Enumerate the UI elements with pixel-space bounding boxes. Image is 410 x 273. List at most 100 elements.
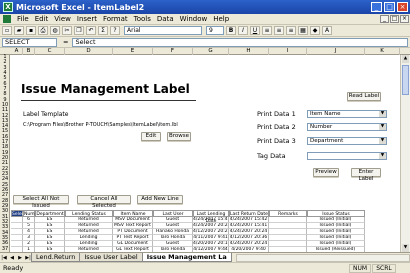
sheet-tab-bar: |◀ ◀ ▶ ▶| Lend.Return Issue User Label I… [0,252,410,262]
sheet-tab-lend-return[interactable]: Lend.Return [31,253,81,262]
column-headers: A B C D E F G H I J K [0,48,410,55]
column-header[interactable]: J [307,48,365,55]
name-box[interactable]: SELECT [2,37,57,47]
align-center-icon[interactable]: ≡ [274,26,284,35]
add-new-line-button[interactable]: Add New Line [137,195,183,204]
close-button[interactable]: × [397,2,408,12]
undo-icon[interactable]: ↶ [86,26,96,35]
align-left-icon[interactable]: ≡ [262,26,272,35]
worksheet[interactable]: Issue Management Label Label Template C:… [11,55,400,252]
menu-window[interactable]: Window [177,15,211,23]
print-icon[interactable]: ⎙ [38,26,48,35]
copy-icon[interactable]: ❐ [74,26,84,35]
menu-file[interactable]: File [14,15,32,23]
borders-icon[interactable]: ▦ [298,26,308,35]
bold-button[interactable]: B [226,26,236,35]
preview-button[interactable]: Preview [313,168,339,177]
tag-data-label: Tag Data [257,152,286,160]
read-label-button[interactable]: Read Label [347,92,381,101]
menu-insert[interactable]: Insert [74,15,100,23]
menu-bar: File Edit View Insert Format Tools Data … [0,14,410,25]
first-sheet-icon[interactable]: |◀ [0,254,8,262]
title-bar: X Microsoft Excel - ItemLabel2 _ □ × [0,0,410,14]
maximize-button[interactable]: □ [384,2,395,12]
italic-button[interactable]: I [238,26,248,35]
scroll-lock-indicator: SCRL [372,264,396,273]
open-icon[interactable]: ▰ [14,26,24,35]
font-name-select[interactable]: Arial [124,26,202,35]
print-data-2-label: Print Data 2 [257,123,296,131]
template-path: C:\Program Files\Brother P-TOUCH\Samples… [23,122,178,128]
menu-format[interactable]: Format [100,15,131,23]
print-data-1-value: Item Name [310,111,341,117]
next-sheet-icon[interactable]: ▶ [16,254,24,262]
column-header[interactable]: H [229,48,269,55]
doc-restore-button[interactable]: □ [390,15,399,23]
chevron-down-icon[interactable]: ▼ [379,153,386,159]
window-title: Microsoft Excel - ItemLabel2 [16,2,145,12]
font-color-icon[interactable]: A [322,26,332,35]
formula-input[interactable]: Select [72,37,408,47]
horizontal-scrollbar[interactable] [235,253,410,262]
sheet-tab-issue-management-label[interactable]: Issue Management La [141,253,232,262]
table-header-last-return-date: Last Return Date [229,210,269,217]
column-header[interactable]: B [23,48,35,55]
select-all-not-issued-button[interactable]: Select All Not Issued [13,195,69,209]
status-ready: Ready [3,264,24,272]
excel-icon: X [3,2,13,12]
menu-tools[interactable]: Tools [131,15,154,23]
new-icon[interactable]: ▫ [2,26,12,35]
sum-icon[interactable]: Σ [98,26,108,35]
preview-icon[interactable]: ◍ [50,26,60,35]
scroll-thumb[interactable] [402,65,409,95]
table-header-item-name: Item Name [113,210,153,217]
table-header-issue-status: Issue Status [307,210,365,217]
save-icon[interactable]: ▪ [26,26,36,35]
help-icon[interactable]: ? [110,26,120,35]
menu-help[interactable]: Help [210,15,232,23]
chevron-down-icon[interactable]: ▼ [379,124,386,130]
print-data-2-select[interactable]: Number ▼ [307,123,387,131]
column-header[interactable]: A [11,48,23,55]
font-size-select[interactable]: 9 [206,26,224,35]
vertical-scrollbar[interactable]: ▲ ▼ [400,55,410,252]
column-header[interactable]: K [365,48,400,55]
table-header-remarks: Remarks [269,210,307,217]
tag-data-select[interactable]: ▼ [307,152,387,160]
cancel-all-selected-button[interactable]: Cancel All Selected [77,195,131,209]
column-header[interactable]: G [193,48,229,55]
sheet-tab-issue-user-label[interactable]: Issue User Label [79,253,143,262]
table-header-select[interactable]: Select [11,210,26,217]
doc-close-button[interactable]: × [400,15,409,23]
menu-data[interactable]: Data [154,15,177,23]
menu-view[interactable]: View [51,15,74,23]
browse-button[interactable]: Browse [167,132,191,141]
minimize-button[interactable]: _ [371,2,382,12]
print-data-1-label: Print Data 1 [257,110,296,118]
label-template-label: Label Template [23,111,69,118]
sheet-title: Issue Management Label [21,82,190,96]
enter-label-button[interactable]: Enter Label [351,168,381,182]
column-header[interactable]: F [153,48,193,55]
menu-edit[interactable]: Edit [32,15,52,23]
chevron-down-icon[interactable]: ▼ [379,138,386,144]
doc-minimize-button[interactable]: _ [380,15,389,23]
column-header[interactable]: D [65,48,113,55]
cut-icon[interactable]: ✂ [62,26,72,35]
underline-button[interactable]: U [250,26,260,35]
prev-sheet-icon[interactable]: ◀ [8,254,16,262]
column-header[interactable]: I [269,48,307,55]
print-data-3-select[interactable]: Department ▼ [307,137,387,145]
fill-color-icon[interactable]: ◆ [310,26,320,35]
print-data-3-label: Print Data 3 [257,137,296,145]
scroll-down-icon[interactable]: ▼ [402,244,409,252]
column-header[interactable]: E [113,48,153,55]
workbook-icon[interactable] [3,15,11,23]
scroll-up-icon[interactable]: ▲ [402,55,409,63]
align-right-icon[interactable]: ≡ [286,26,296,35]
row-headers: 1 2 3 4 5 6 7 8 9 10 11 12 13 14 15 16 17 18 19 20 21 22 23 24 2… [0,54,10,252]
column-header[interactable]: C [35,48,65,55]
print-data-1-select[interactable]: Item Name ▼ [307,110,387,118]
edit-button[interactable]: Edit [141,132,161,141]
chevron-down-icon[interactable]: ▼ [379,111,386,117]
